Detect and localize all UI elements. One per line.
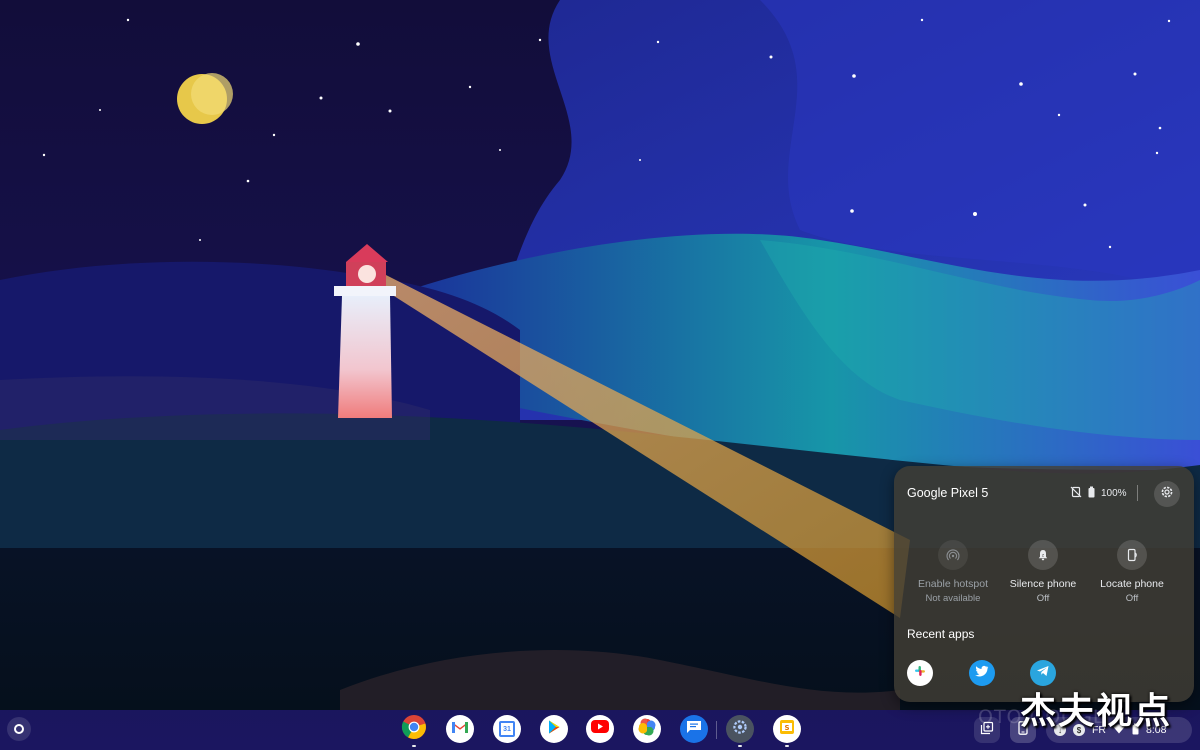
photos-icon [638,718,656,741]
launcher-icon [14,724,24,734]
recent-app-slack[interactable] [907,660,933,686]
running-indicator [738,745,742,747]
watermark-logo-text: 杰夫视点 [1020,691,1173,732]
phone-status-bar: 100% [1070,485,1138,501]
shelf-app-messages[interactable] [680,715,708,743]
shelf-separator [716,721,717,739]
recent-app-twitter[interactable] [969,660,995,686]
battery-icon [1088,486,1095,501]
recent-apps-title: Recent apps [907,627,975,641]
slack-icon [912,663,928,684]
youtube-icon [591,720,609,738]
no-sim-icon [1070,486,1082,501]
launcher-button[interactable] [7,717,31,741]
enable-hotspot-toggle[interactable]: Enable hotspot Not available [908,540,998,604]
feature-status: Off [1125,593,1139,604]
settings-gear-icon [732,719,748,740]
battery-percentage: 100% [1101,487,1127,499]
chrome-icon [401,714,427,745]
phone-hub-panel: Google Pixel 5 100% Enable hotspot Not a… [894,466,1194,702]
shelf-app-slides[interactable]: S [773,715,801,743]
bell-off-icon: z [1028,540,1058,570]
phone-hub-settings-button[interactable] [1154,481,1180,507]
feature-status: Off [1036,593,1050,604]
locate-phone-toggle[interactable]: Locate phone Off [1087,540,1177,604]
shelf-app-calendar[interactable]: 31 [493,715,521,743]
locate-phone-icon [1117,540,1147,570]
shelf-app-youtube[interactable] [586,715,614,743]
shelf-app-gmail[interactable] [446,715,474,743]
status-divider [1136,485,1138,501]
telegram-icon [1036,664,1050,682]
feature-status: Not available [925,593,981,604]
phone-hub-device-name: Google Pixel 5 [907,486,989,500]
shelf-app-chrome[interactable] [400,714,428,745]
feature-label: Locate phone [1100,578,1164,590]
shelf-app-play-store[interactable] [540,715,568,743]
running-indicator [412,745,416,747]
shelf-app-photos[interactable] [633,715,661,743]
calendar-day: 31 [503,725,511,733]
hotspot-icon [938,540,968,570]
svg-text:S: S [784,724,789,732]
messages-icon [686,720,702,739]
twitter-icon [975,664,989,682]
play-store-icon [546,719,562,740]
slides-icon: S [778,718,796,741]
silence-phone-toggle[interactable]: z Silence phone Off [998,540,1088,604]
running-indicator [785,745,789,747]
feature-label: Silence phone [1009,578,1077,590]
gmail-icon [451,720,469,739]
calendar-icon: 31 [499,721,515,737]
gear-icon [1160,485,1174,504]
shelf-app-settings[interactable] [726,715,754,743]
feature-label: Enable hotspot [917,578,989,590]
